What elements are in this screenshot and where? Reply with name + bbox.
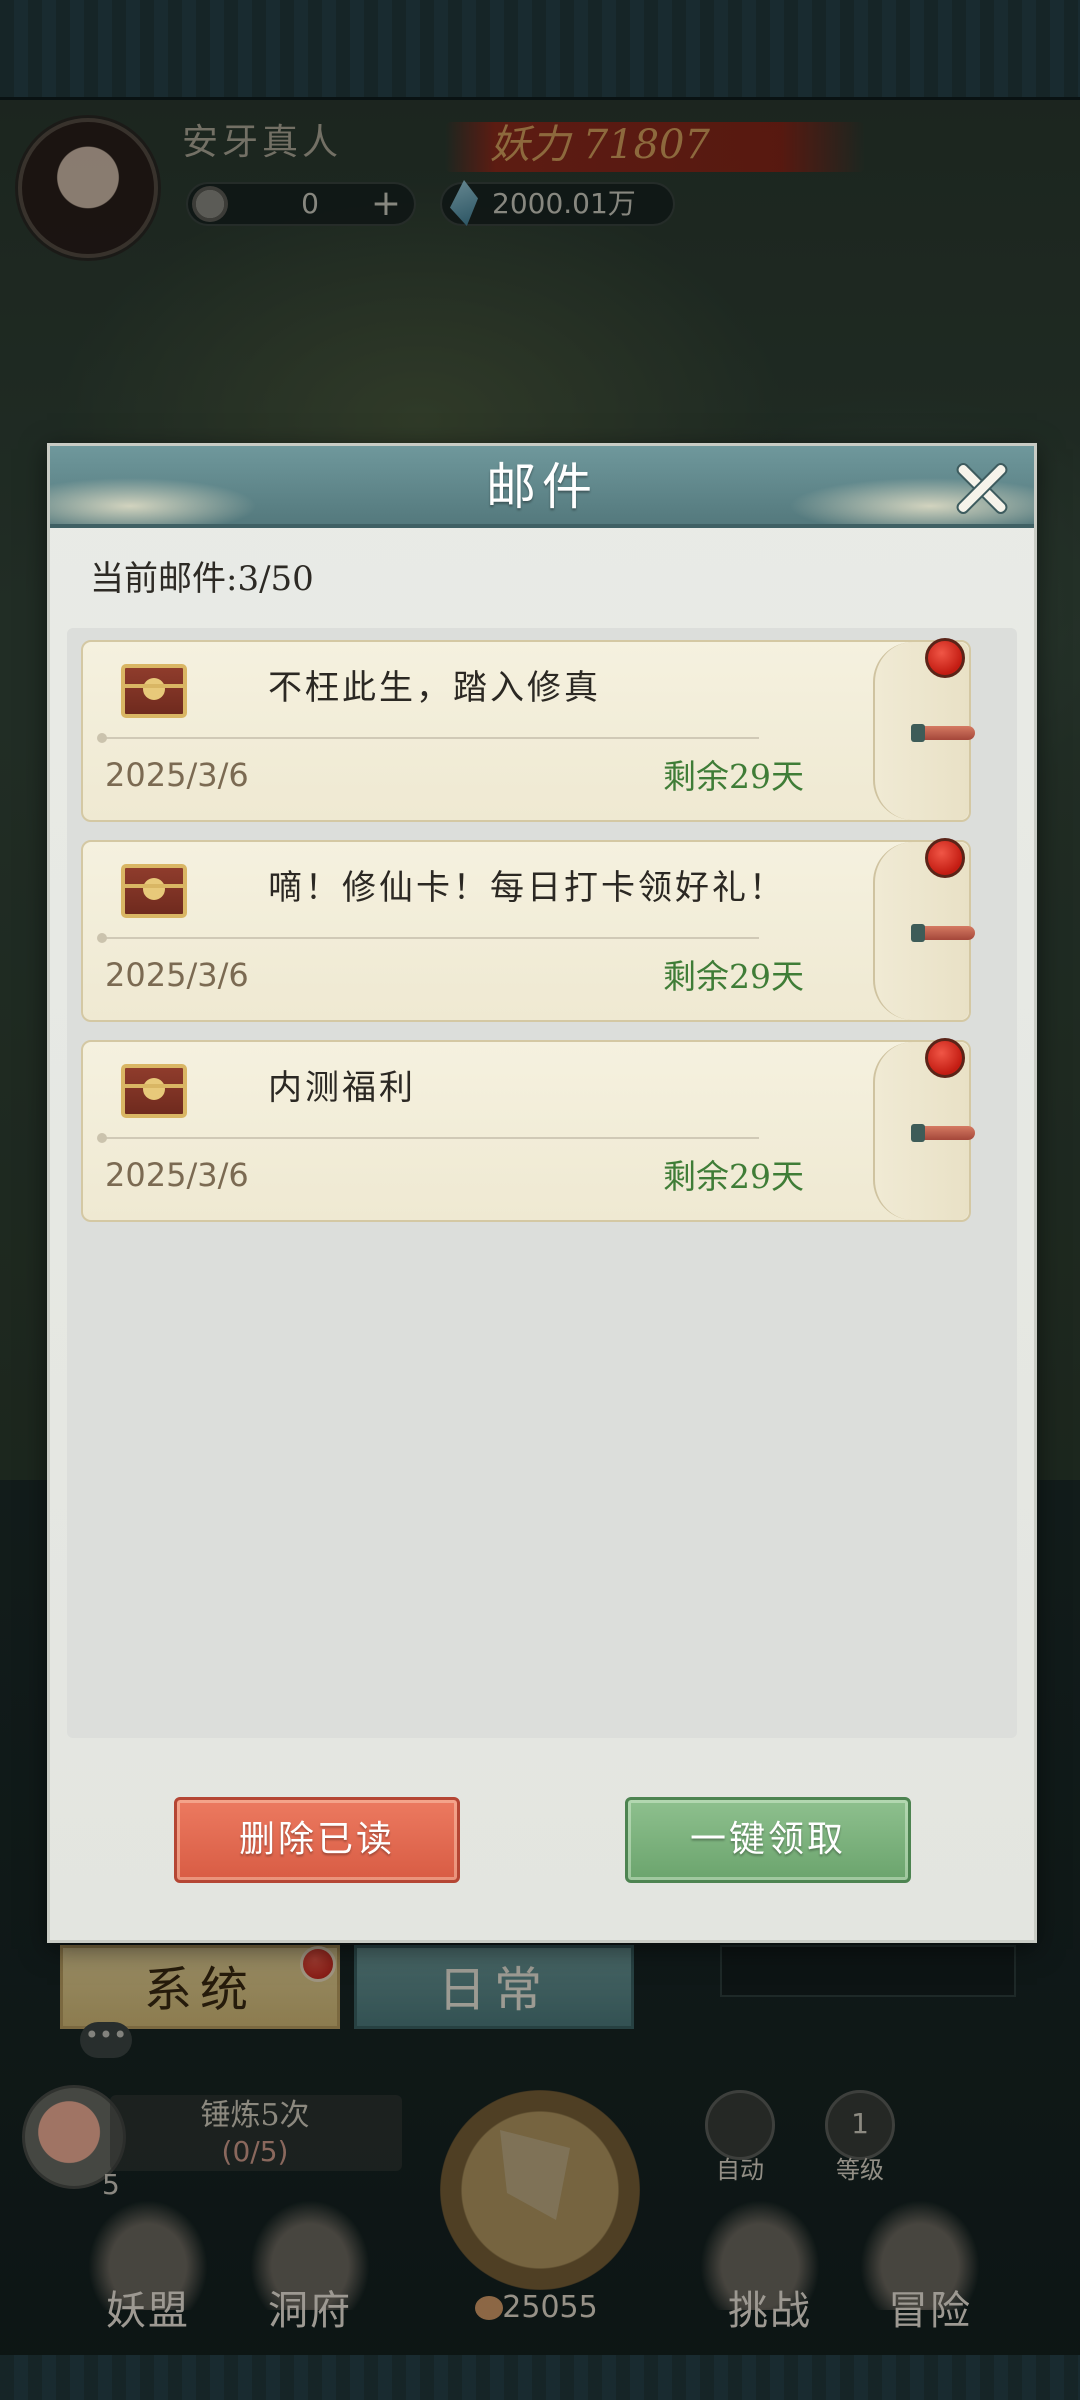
dialog-title: 邮件 [486,458,598,516]
mail-divider [97,933,759,943]
mail-subject: 内测福利 [268,1068,416,1108]
mail-remaining: 剩余29天 [663,957,804,996]
treasure-chest-icon [121,1064,187,1118]
unread-dot [925,638,965,678]
mail-count: 当前邮件:3/50 [90,559,314,599]
mail-remaining: 剩余29天 [663,1157,804,1196]
mail-subject: 不枉此生，踏入修真 [268,668,601,708]
mail-divider [97,1133,759,1143]
unread-dot [925,838,965,878]
mail-list[interactable]: 不枉此生，踏入修真 2025/3/6 剩余29天 嘀！修仙卡！每日打卡领好礼！ … [67,628,1017,1738]
mail-divider [97,733,759,743]
unread-dot [925,1038,965,1078]
delete-read-button[interactable]: 删除已读 [174,1797,460,1883]
mail-item[interactable]: 不枉此生，踏入修真 2025/3/6 剩余29天 [81,638,975,822]
treasure-chest-icon [121,864,187,918]
mail-item[interactable]: 内测福利 2025/3/6 剩余29天 [81,1038,975,1222]
scroll-rod-icon [911,924,975,942]
mail-date: 2025/3/6 [105,1156,249,1194]
mail-date: 2025/3/6 [105,756,249,794]
treasure-chest-icon [121,664,187,718]
mail-remaining: 剩余29天 [663,757,804,796]
close-icon[interactable] [945,454,1015,524]
scroll-rod-icon [911,724,975,742]
claim-all-button[interactable]: 一键领取 [625,1797,911,1883]
scroll-rod-icon [911,1124,975,1142]
mail-date: 2025/3/6 [105,956,249,994]
mail-dialog: 邮件 当前邮件:3/50 不枉此生，踏入修真 2025/3/6 剩余29天 嘀！… [47,443,1037,1943]
mail-subject: 嘀！修仙卡！每日打卡领好礼！ [268,868,786,908]
mail-item[interactable]: 嘀！修仙卡！每日打卡领好礼！ 2025/3/6 剩余29天 [81,838,975,1022]
